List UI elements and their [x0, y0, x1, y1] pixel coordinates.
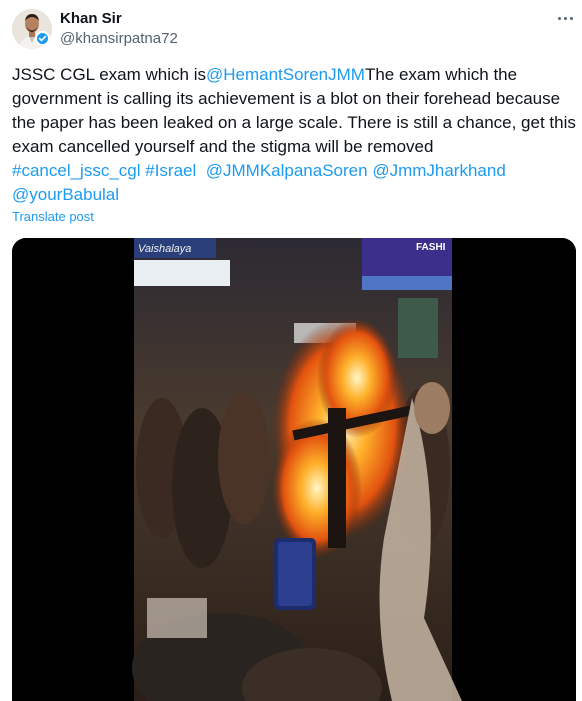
verified-badge-icon — [35, 31, 50, 46]
tweet-card: Khan Sir @khansirpatna72 JSSC CGL exam w… — [0, 0, 582, 701]
mention-link[interactable]: @HemantSorenJMM — [206, 65, 365, 84]
sign-text-left: Vaishalaya — [138, 243, 191, 255]
hashtag-link[interactable]: #Israel — [145, 161, 196, 180]
mention-link[interactable]: @JmmJharkhand — [372, 161, 505, 180]
mention-link[interactable]: @yourBabulal — [12, 185, 119, 204]
more-options-icon[interactable] — [553, 8, 577, 28]
tweet-text: JSSC CGL exam which is@HemantSorenJMMThe… — [12, 63, 580, 207]
mention-link[interactable]: @JMMKalpanaSoren — [206, 161, 368, 180]
hashtag-link[interactable]: #cancel_jssc_cgl — [12, 161, 141, 180]
video-frame: Vaishalaya FASHI — [12, 238, 576, 701]
translate-post-link[interactable]: Translate post — [12, 209, 94, 225]
sign-text-right: FASHI — [416, 242, 446, 253]
video-media[interactable]: Vaishalaya FASHI — [12, 238, 576, 701]
author-handle[interactable]: @khansirpatna72 — [60, 30, 178, 48]
author-name[interactable]: Khan Sir — [60, 10, 122, 28]
tweet-text-segment: JSSC CGL exam which is — [12, 65, 206, 84]
